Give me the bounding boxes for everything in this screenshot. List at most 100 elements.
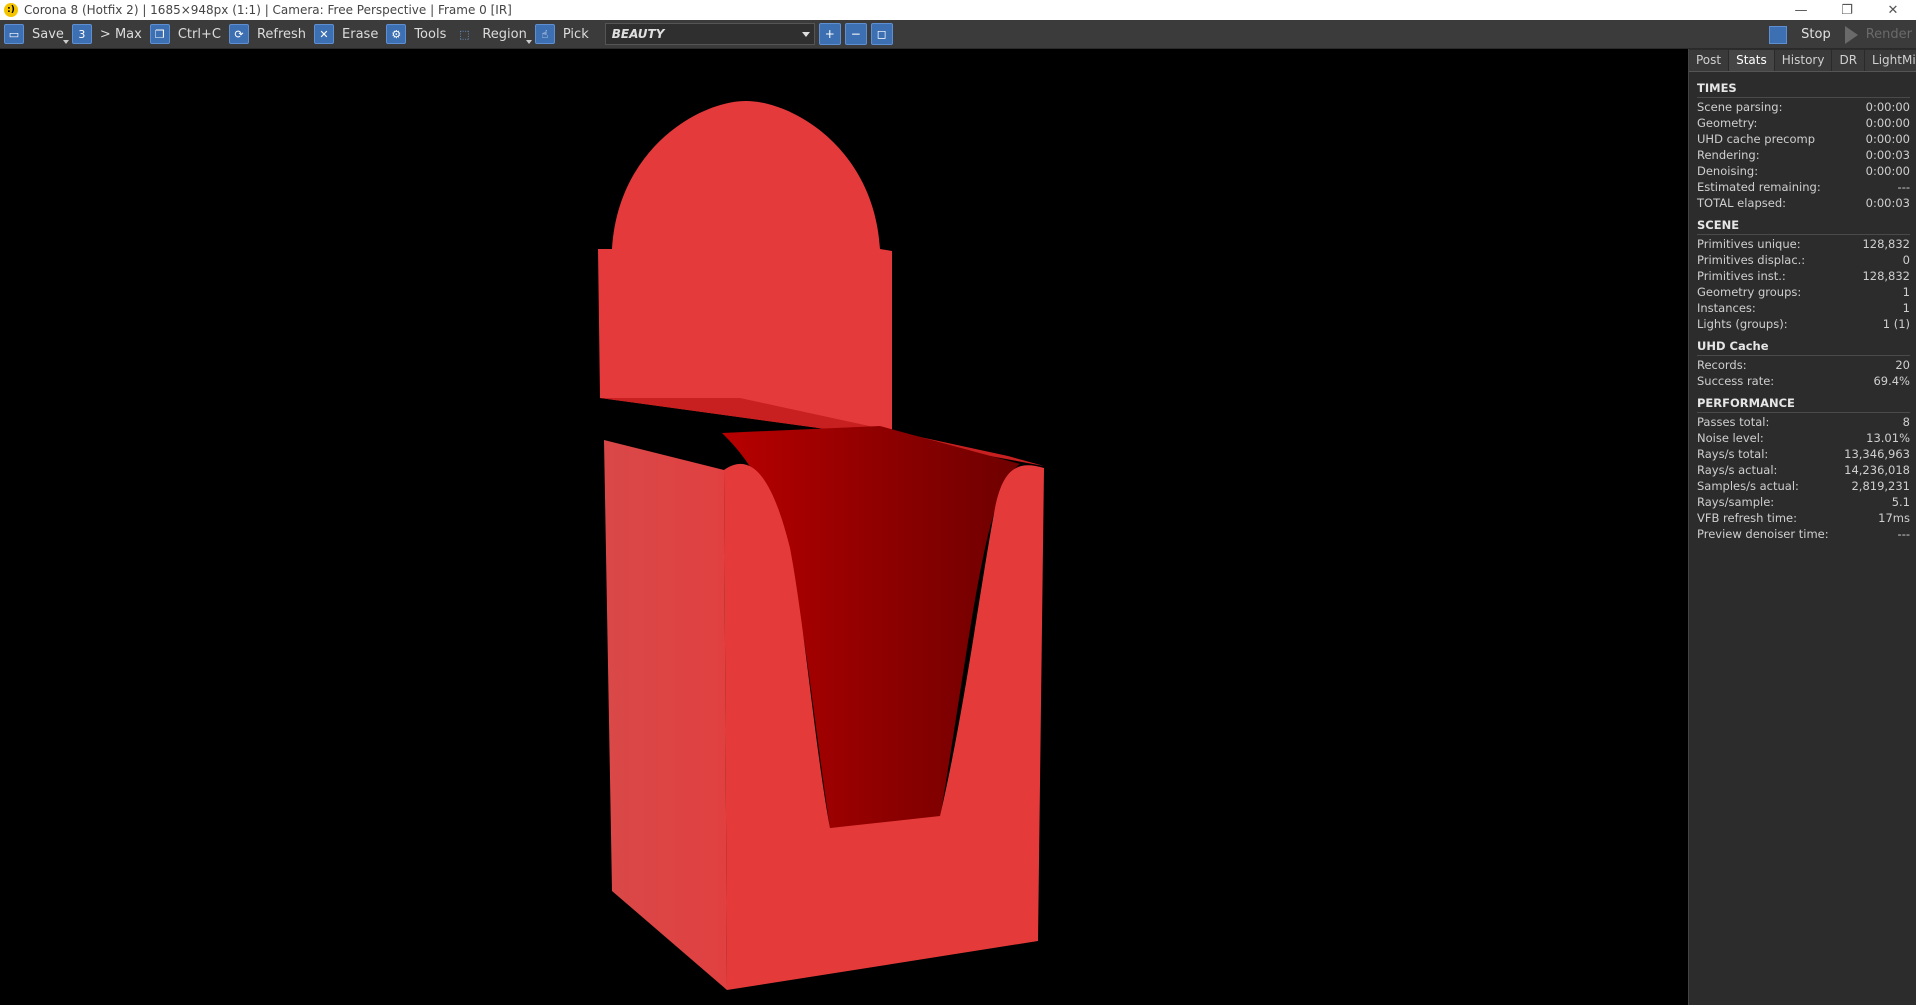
stat-label: Primitives inst.:: [1697, 269, 1786, 283]
section-title: SCENE: [1697, 215, 1910, 235]
times-section: TIMES Scene parsing: 0:00:00 Geometry: 0:0…: [1697, 78, 1910, 211]
tab-lightmix[interactable]: LightMix: [1865, 50, 1916, 71]
box-left-side: [604, 440, 727, 990]
toolbar: ▭ Save 3 > Max ❐ Ctrl+C ⟳ Refresh ✕ Eras…: [0, 20, 1916, 49]
stat-row: Estimated remaining: ---: [1697, 179, 1910, 195]
restore-button[interactable]: ❐: [1824, 0, 1870, 20]
stop-button[interactable]: Stop: [1801, 27, 1831, 42]
zoom-out-button[interactable]: −: [844, 23, 867, 45]
copy-icon: ❐: [149, 24, 170, 44]
render-pass-select[interactable]: BEAUTY: [604, 23, 815, 45]
render-pass-value: BEAUTY: [611, 27, 665, 41]
stat-value: 2,819,231: [1851, 479, 1910, 493]
box-header-panel: [598, 101, 892, 438]
stat-row: Records: 20: [1697, 357, 1910, 373]
stat-value: 0: [1902, 253, 1910, 267]
stat-row: Scene parsing: 0:00:00: [1697, 99, 1910, 115]
stat-label: UHD cache precomp: [1697, 132, 1815, 146]
erase-button[interactable]: ✕ Erase: [312, 22, 384, 47]
stat-label: VFB refresh time:: [1697, 511, 1797, 525]
tab-history[interactable]: History: [1775, 50, 1833, 71]
performance-section: PERFORMANCE Passes total: 8 Noise level: 1…: [1697, 393, 1910, 542]
stat-label: Primitives unique:: [1697, 237, 1801, 251]
stat-row: UHD cache precomp 0:00:00: [1697, 131, 1910, 147]
erase-label: Erase: [342, 26, 379, 42]
stat-row: Samples/s actual: 2,819,231: [1697, 478, 1910, 494]
render-viewport[interactable]: [0, 68, 1688, 1005]
zoom-in-icon: +: [824, 27, 835, 41]
stat-label: Success rate:: [1697, 374, 1775, 388]
stat-value: 8: [1902, 415, 1910, 429]
stat-value: 0:00:00: [1865, 116, 1910, 130]
stat-row: Rays/sample: 5.1: [1697, 494, 1910, 510]
stat-label: Rays/s total:: [1697, 447, 1769, 461]
window-title: Corona 8 (Hotfix 2) | 1685×948px (1:1) |…: [24, 3, 512, 17]
region-dropdown-arrow-icon[interactable]: [525, 39, 532, 44]
gear-icon: ⚙: [386, 24, 407, 44]
send-to-max-button[interactable]: 3 > Max: [70, 22, 148, 47]
max-icon: 3: [71, 24, 92, 44]
tab-dr[interactable]: DR: [1832, 50, 1866, 71]
stat-row: TOTAL elapsed: 0:00:03: [1697, 195, 1910, 211]
stat-label: Denoising:: [1697, 164, 1759, 178]
minimize-button[interactable]: —: [1778, 0, 1824, 20]
stat-value: 0:00:00: [1865, 100, 1910, 114]
zoom-out-icon: −: [850, 27, 861, 41]
stat-value: 69.4%: [1873, 374, 1910, 388]
refresh-icon: ⟳: [228, 24, 249, 44]
stat-value: 14,236,018: [1844, 463, 1910, 477]
stat-row: Primitives displac.: 0: [1697, 252, 1910, 268]
stat-label: Samples/s actual:: [1697, 479, 1799, 493]
refresh-button[interactable]: ⟳ Refresh: [227, 22, 312, 47]
section-title: PERFORMANCE: [1697, 393, 1910, 413]
zoom-in-button[interactable]: +: [818, 23, 841, 45]
stat-row: Passes total: 8: [1697, 414, 1910, 430]
scene-section: SCENE Primitives unique: 128,832 Primitiv…: [1697, 215, 1910, 332]
render-label: Render: [1865, 27, 1912, 42]
zoom-fit-button[interactable]: ◻: [870, 23, 893, 45]
stat-row: VFB refresh time: 17ms: [1697, 510, 1910, 526]
stop-icon[interactable]: [1769, 25, 1788, 44]
max-label: > Max: [99, 26, 142, 42]
tab-post[interactable]: Post: [1689, 50, 1730, 71]
stat-value: 0:00:03: [1865, 196, 1910, 210]
tools-label: Tools: [414, 26, 447, 42]
pick-button[interactable]: ☝ Pick: [533, 22, 595, 47]
stat-label: Noise level:: [1697, 431, 1764, 445]
stat-label: Preview denoiser time:: [1697, 527, 1829, 541]
stat-label: TOTAL elapsed:: [1697, 196, 1786, 210]
region-select-icon: ⬚: [459, 27, 470, 41]
stat-row: Preview denoiser time: ---: [1697, 526, 1910, 542]
title-bar: :) Corona 8 (Hotfix 2) | 1685×948px (1:1…: [0, 0, 1916, 20]
play-icon: [1844, 25, 1858, 44]
save-dropdown-arrow-icon[interactable]: [62, 39, 69, 44]
save-icon: ▭: [4, 24, 24, 44]
region-label: Region: [482, 26, 527, 42]
stat-label: Rays/s actual:: [1697, 463, 1778, 477]
chevron-down-icon: [801, 32, 810, 37]
stat-value: 128,832: [1862, 269, 1910, 283]
stat-row: Primitives inst.: 128,832: [1697, 268, 1910, 284]
zoom-fit-icon: ◻: [876, 27, 887, 41]
panel-tabs: Post Stats History DR LightMix: [1689, 50, 1916, 72]
copy-button[interactable]: ❐ Ctrl+C: [148, 22, 227, 47]
stat-label: Rendering:: [1697, 148, 1760, 162]
tab-stats[interactable]: Stats: [1729, 50, 1775, 71]
tools-button[interactable]: ⚙ Tools: [384, 22, 452, 47]
section-title: TIMES: [1697, 78, 1910, 98]
close-button[interactable]: ✕: [1870, 0, 1916, 20]
region-button[interactable]: ⬚ Region: [452, 22, 533, 47]
save-button[interactable]: ▭ Save: [2, 22, 70, 47]
stat-row: Primitives unique: 128,832: [1697, 236, 1910, 252]
stat-label: Rays/sample:: [1697, 495, 1775, 509]
stat-row: Geometry groups: 1: [1697, 284, 1910, 300]
stat-value: 1: [1902, 301, 1910, 315]
stat-value: ---: [1897, 180, 1910, 194]
stat-value: 1 (1): [1882, 317, 1910, 331]
stat-label: Geometry groups:: [1697, 285, 1802, 299]
copy-label: Ctrl+C: [177, 26, 221, 42]
stat-value: 128,832: [1862, 237, 1910, 251]
stat-row: Denoising: 0:00:00: [1697, 163, 1910, 179]
stat-label: Lights (groups):: [1697, 317, 1788, 331]
stat-value: ---: [1897, 527, 1910, 541]
